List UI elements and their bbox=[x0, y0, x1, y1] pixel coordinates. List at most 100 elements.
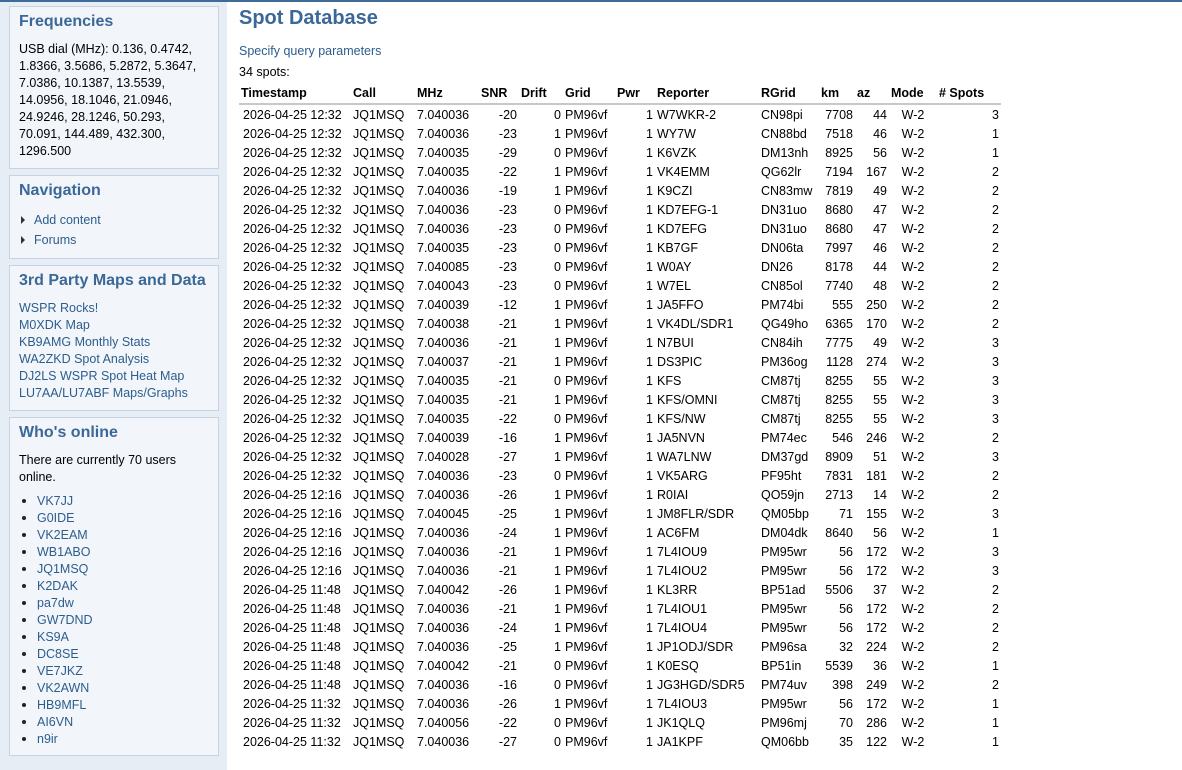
table-cell: W-2 bbox=[901, 468, 925, 483]
column-header[interactable]: MHz bbox=[415, 82, 479, 105]
table-cell: -16 bbox=[498, 677, 517, 692]
table-cell: KFS bbox=[657, 373, 682, 388]
table-cell: JK1QLQ bbox=[657, 715, 705, 730]
table-cell: 1 bbox=[646, 544, 653, 559]
table-cell: 2 bbox=[992, 221, 999, 236]
table-cell: 1 bbox=[646, 202, 653, 217]
online-user[interactable]: VK7JJ bbox=[19, 492, 209, 509]
table-cell: PM74bi bbox=[761, 297, 804, 312]
online-user-name: pa7dw bbox=[37, 595, 74, 610]
table-cell: 1 bbox=[646, 183, 653, 198]
whos-online-text: There are currently 70 users online. bbox=[19, 453, 177, 484]
table-cell: 1 bbox=[646, 677, 653, 692]
online-user[interactable]: n9ir bbox=[19, 730, 209, 747]
link-dj2ls-heat-map[interactable]: DJ2LS WSPR Spot Heat Map bbox=[19, 368, 209, 385]
table-cell: 47 bbox=[873, 202, 887, 217]
table-cell: QO59jn bbox=[761, 487, 805, 502]
column-header[interactable]: Grid bbox=[563, 82, 615, 105]
table-cell: 7.040036 bbox=[417, 221, 470, 236]
nav-item-add-content[interactable]: Add content bbox=[19, 210, 209, 230]
online-user[interactable]: AI6VN bbox=[19, 713, 209, 730]
table-cell: 2026-04-25 11:48 bbox=[243, 601, 341, 616]
table-cell: JM8FLR/SDR bbox=[657, 506, 735, 521]
table-row: 2026-04-25 12:32 JQ1MSQ 7.040039 -12 1 PM96vf… bbox=[239, 295, 1001, 314]
table-cell: W-2 bbox=[901, 335, 925, 350]
navigation-title: Navigation bbox=[19, 182, 101, 199]
table-cell: 0 bbox=[554, 145, 561, 160]
column-header[interactable]: km bbox=[819, 82, 855, 105]
online-user[interactable]: JQ1MSQ bbox=[19, 560, 209, 577]
table-cell: 2 bbox=[992, 259, 999, 274]
online-user[interactable]: VE7JKZ bbox=[19, 662, 209, 679]
table-cell: W-2 bbox=[901, 297, 925, 312]
link-kb9amg-stats[interactable]: KB9AMG Monthly Stats bbox=[19, 334, 209, 351]
column-header[interactable]: Call bbox=[351, 82, 415, 105]
table-cell: 7.040036 bbox=[417, 696, 470, 711]
online-user[interactable]: VK2EAM bbox=[19, 526, 209, 543]
table-cell: KFS/NW bbox=[657, 411, 706, 426]
table-cell: KD7EFG-1 bbox=[657, 202, 719, 217]
table-cell: 0 bbox=[554, 734, 561, 749]
table-cell: 8680 bbox=[825, 221, 853, 236]
online-user[interactable]: HB9MFL bbox=[19, 696, 209, 713]
column-header[interactable]: SNR bbox=[479, 82, 519, 105]
table-cell: -23 bbox=[498, 240, 517, 255]
table-cell: 172 bbox=[866, 696, 887, 711]
table-cell: PM96vf bbox=[565, 525, 608, 540]
table-cell: 7.040036 bbox=[417, 563, 470, 578]
table-cell: -16 bbox=[498, 430, 517, 445]
table-cell: 1 bbox=[646, 696, 653, 711]
link-wa2zkd-analysis[interactable]: WA2ZKD Spot Analysis bbox=[19, 351, 209, 368]
table-cell: 7.040036 bbox=[417, 734, 470, 749]
table-cell: 7.040042 bbox=[417, 658, 470, 673]
column-header[interactable]: az bbox=[855, 82, 889, 105]
link-lu7aa-maps[interactable]: LU7AA/LU7ABF Maps/Graphs bbox=[19, 385, 209, 402]
table-cell: W-2 bbox=[901, 354, 925, 369]
table-cell: 1 bbox=[646, 601, 653, 616]
table-cell: 1 bbox=[554, 354, 561, 369]
column-header[interactable]: Reporter bbox=[655, 82, 759, 105]
table-cell: JA5FFO bbox=[657, 297, 704, 312]
table-cell: 46 bbox=[873, 126, 887, 141]
table-header-row: Timestamp Call MHz SNR Drift Grid Pwr Reporter R… bbox=[239, 82, 1001, 105]
table-cell: 1 bbox=[554, 430, 561, 445]
table-cell: -20 bbox=[498, 107, 517, 122]
online-user[interactable]: DC8SE bbox=[19, 645, 209, 662]
link-m0xdk-map[interactable]: M0XDK Map bbox=[19, 317, 209, 334]
table-cell: 5506 bbox=[825, 582, 853, 597]
query-parameters-link[interactable]: Specify query parameters bbox=[239, 44, 1182, 58]
table-cell: 2026-04-25 12:32 bbox=[243, 240, 342, 255]
column-header[interactable]: Pwr bbox=[615, 82, 655, 105]
table-cell: JQ1MSQ bbox=[353, 126, 405, 141]
link-wspr-rocks[interactable]: WSPR Rocks! bbox=[19, 300, 209, 317]
online-user[interactable]: VK2AWN bbox=[19, 679, 209, 696]
table-cell: -21 bbox=[498, 373, 517, 388]
nav-item-forums[interactable]: Forums bbox=[19, 230, 209, 250]
table-cell: WY7W bbox=[657, 126, 696, 141]
online-user[interactable]: GW7DND bbox=[19, 611, 209, 628]
online-user[interactable]: pa7dw bbox=[19, 594, 209, 611]
table-cell: PM95wr bbox=[761, 696, 807, 711]
column-header[interactable]: # Spots bbox=[937, 82, 1001, 105]
table-cell: 2026-04-25 12:32 bbox=[243, 126, 342, 141]
table-cell: 286 bbox=[866, 715, 887, 730]
online-user[interactable]: G0IDE bbox=[19, 509, 209, 526]
table-cell: 1 bbox=[992, 734, 999, 749]
column-header[interactable]: RGrid bbox=[759, 82, 819, 105]
table-cell: PM96vf bbox=[565, 430, 608, 445]
column-header[interactable]: Mode bbox=[889, 82, 937, 105]
column-header[interactable]: Timestamp bbox=[239, 82, 351, 105]
bullet-icon bbox=[22, 515, 26, 520]
table-cell: 2026-04-25 12:32 bbox=[243, 107, 342, 122]
online-user[interactable]: WB1ABO bbox=[19, 543, 209, 560]
column-header[interactable]: Drift bbox=[519, 82, 563, 105]
table-cell: W-2 bbox=[901, 506, 925, 521]
table-cell: 7.040028 bbox=[417, 449, 470, 464]
table-cell: 2 bbox=[992, 278, 999, 293]
table-cell: PM96vf bbox=[565, 164, 608, 179]
table-cell: 7831 bbox=[825, 468, 853, 483]
online-user[interactable]: K2DAK bbox=[19, 577, 209, 594]
table-cell: -26 bbox=[498, 696, 517, 711]
table-row: 2026-04-25 12:32 JQ1MSQ 7.040085 -23 0 PM96vf… bbox=[239, 257, 1001, 276]
online-user[interactable]: KS9A bbox=[19, 628, 209, 645]
